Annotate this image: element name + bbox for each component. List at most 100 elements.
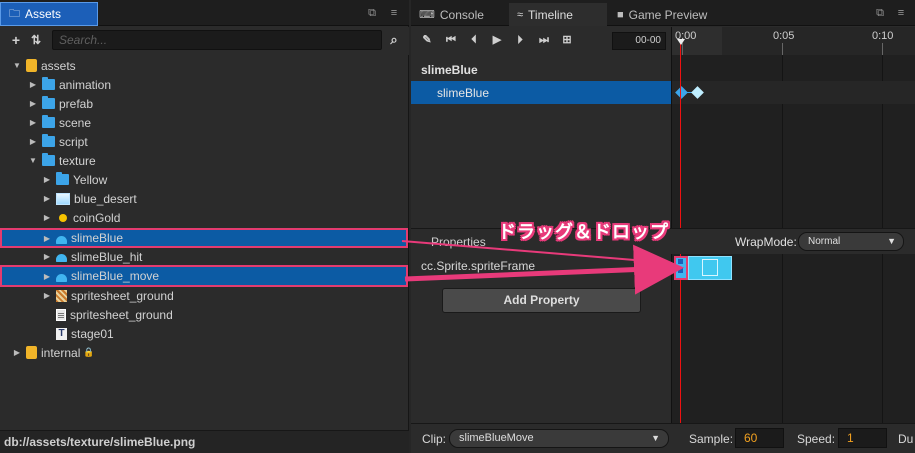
add-icon[interactable]: +	[8, 32, 24, 48]
tree-item-label: script	[59, 134, 88, 149]
search-input[interactable]	[52, 30, 382, 50]
speed-label: Speed:	[797, 432, 836, 446]
sort-icon[interactable]: ⇅	[28, 32, 44, 48]
tree-item-label: animation	[59, 77, 112, 92]
console-icon: ⌨	[419, 9, 435, 21]
folder-icon	[42, 77, 55, 90]
sample-label: Sample:	[689, 432, 734, 446]
tree-item-label: assets	[41, 58, 76, 73]
clip-value: slimeBlueMove	[459, 432, 534, 444]
tab-timeline[interactable]: ≈ Timeline	[509, 3, 607, 26]
tab-console[interactable]: ⌨ Console	[411, 3, 507, 26]
folder-icon	[42, 134, 55, 147]
tick-mark	[882, 43, 883, 55]
current-time-field[interactable]: 00-00	[612, 32, 666, 50]
playhead-handle-icon[interactable]	[677, 39, 685, 45]
search-icon[interactable]: ⌕	[386, 32, 402, 48]
chevron-right-icon[interactable]: ▶	[42, 271, 52, 281]
drag-and-drop-annotation: ドラッグ＆ドロップ	[498, 222, 669, 242]
text-asset-icon: T	[56, 327, 67, 340]
chevron-right-icon[interactable]: ▶	[28, 137, 38, 147]
add-event-icon[interactable]: ⊞	[559, 32, 575, 48]
play-icon[interactable]: ▶	[489, 32, 505, 48]
tab-timeline-label: Timeline	[528, 7, 573, 22]
tree-item-label: spritesheet_ground	[71, 288, 174, 303]
tree-item-internal[interactable]: ▶ internal 🔒	[0, 343, 408, 362]
track-area[interactable]: 0:00 0:05 0:10	[671, 27, 915, 423]
chevron-right-icon[interactable]: ▶	[42, 291, 52, 301]
chevron-right-icon[interactable]: ▶	[42, 252, 52, 262]
tree-item-prefab[interactable]: ▶ prefab	[0, 94, 408, 113]
edit-icon[interactable]: ✎	[419, 32, 435, 48]
chevron-right-icon[interactable]: ▶	[28, 99, 38, 109]
timeline-icon: ≈	[517, 8, 524, 21]
chevron-right-icon[interactable]: ▶	[42, 194, 52, 204]
tree-item-script[interactable]: ▶ script	[0, 132, 408, 151]
chevron-down-icon[interactable]: ▼	[12, 61, 22, 71]
tick-mark	[782, 43, 783, 55]
image-icon	[56, 192, 70, 205]
tab-assets[interactable]: 🗀 Assets	[0, 2, 98, 26]
previous-frame-icon[interactable]: ⏴	[466, 32, 482, 48]
tree-item-stage01[interactable]: T stage01	[0, 324, 408, 343]
chevron-down-icon: ▼	[651, 433, 660, 443]
clip-select[interactable]: slimeBlueMove ▼	[449, 429, 669, 448]
keyframe-marker[interactable]	[691, 86, 704, 99]
tree-item-coin-gold[interactable]: ▶ coinGold	[0, 208, 408, 227]
sample-input[interactable]: 60	[735, 428, 784, 448]
tree-item-label: slimeBlue_hit	[71, 249, 143, 264]
slime-icon	[56, 254, 67, 262]
tab-console-label: Console	[439, 7, 484, 22]
tree-item-blue-desert[interactable]: ▶ blue_desert	[0, 189, 408, 208]
tick-label: 0:10	[872, 30, 894, 42]
tree-item-animation[interactable]: ▶ animation	[0, 75, 408, 94]
asset-path-status: db://assets/texture/slimeBlue.png	[0, 430, 409, 453]
tree-item-scene[interactable]: ▶ scene	[0, 113, 408, 132]
tree-item-label: coinGold	[73, 210, 121, 225]
maximize-icon[interactable]: ⧉	[366, 7, 378, 19]
panel-menu-icon[interactable]: ≡	[388, 7, 400, 19]
node-row[interactable]: slimeBlue	[411, 81, 671, 104]
next-frame-icon[interactable]: ⏵	[512, 32, 528, 48]
node-track[interactable]	[672, 81, 915, 104]
jump-last-icon[interactable]: ⏭	[536, 32, 552, 48]
camera-icon: ■	[617, 8, 624, 21]
chevron-right-icon[interactable]: ▶	[12, 348, 22, 358]
property-name[interactable]: cc.Sprite.spriteFrame	[421, 259, 535, 273]
chevron-right-icon[interactable]: ▶	[28, 118, 38, 128]
time-ruler[interactable]: 0:00 0:05 0:10	[672, 27, 915, 55]
tab-game-preview-label: Game Preview	[628, 7, 708, 22]
tab-game-preview[interactable]: ■ Game Preview	[609, 3, 729, 26]
tree-item-label: blue_desert	[74, 191, 137, 206]
folder-icon	[56, 172, 69, 185]
database-icon	[26, 346, 37, 359]
folder-open-icon: 🗀	[9, 7, 20, 20]
tree-item-label: Yellow	[73, 172, 108, 187]
speed-input[interactable]: 1	[838, 428, 887, 448]
chevron-right-icon[interactable]: ▶	[42, 175, 52, 185]
frame-marker	[678, 268, 683, 273]
tree-item-yellow[interactable]: ▶ Yellow	[0, 170, 408, 189]
tree-item-slime-blue[interactable]: ▶ slimeBlue	[0, 228, 408, 248]
chevron-down-icon[interactable]: ▼	[28, 156, 38, 166]
tree-item-spritesheet-ground[interactable]: ▶ spritesheet_ground	[0, 286, 408, 305]
wrap-mode-select[interactable]: Normal ▼	[798, 232, 904, 251]
document-icon	[56, 308, 66, 321]
properties-label: Properties	[431, 235, 486, 249]
spritesheet-icon	[56, 289, 67, 302]
add-property-button[interactable]: Add Property	[442, 288, 641, 313]
tree-item-spritesheet-ground-plist[interactable]: spritesheet_ground	[0, 305, 408, 324]
tree-item-assets[interactable]: ▼ assets	[0, 56, 408, 75]
jump-first-icon[interactable]: ⏮	[443, 32, 459, 48]
sprite-frame-keys[interactable]	[674, 256, 734, 280]
chevron-right-icon[interactable]: ▶	[42, 233, 52, 243]
folder-icon	[42, 115, 55, 128]
tree-item-slime-blue-hit[interactable]: ▶ slimeBlue_hit	[0, 247, 408, 266]
panel-menu-icon[interactable]: ≡	[895, 7, 907, 19]
tree-item-label: slimeBlue	[71, 231, 124, 245]
chevron-right-icon[interactable]: ▶	[28, 80, 38, 90]
tree-item-texture[interactable]: ▼ texture	[0, 151, 408, 170]
chevron-right-icon[interactable]: ▶	[42, 213, 52, 223]
maximize-icon[interactable]: ⧉	[874, 7, 886, 19]
tree-item-slime-blue-move[interactable]: ▶ slimeBlue_move	[0, 265, 408, 287]
